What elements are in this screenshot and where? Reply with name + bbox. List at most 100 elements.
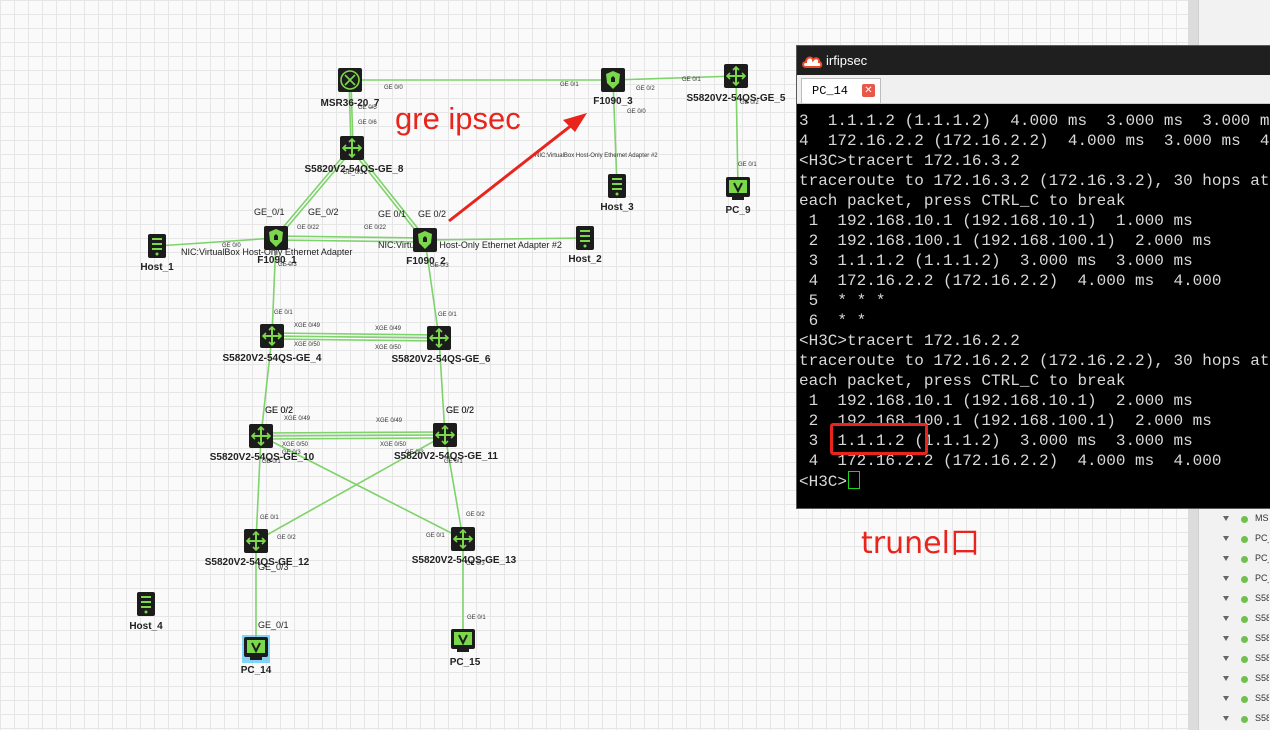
device-list-item[interactable]: PC_ (1223, 532, 1269, 550)
switch-icon (260, 324, 284, 348)
terminal-line: 1 192.168.10.1 (192.168.10.1) 1.000 ms (799, 212, 1193, 230)
terminal-line: <H3C> (799, 471, 1270, 491)
status-dot-icon (1241, 656, 1248, 663)
link-s6-s11 (438, 337, 446, 436)
port-label-f3_ge01: GE 0/1 (560, 82, 579, 88)
terminal-line: each packet, press CTRL_C to break (799, 372, 1126, 390)
switch-icon (427, 326, 451, 350)
status-dot-icon (1241, 616, 1248, 623)
firewall-icon (601, 68, 625, 92)
node-host3[interactable]: Host_3 (600, 174, 634, 213)
device-list-item[interactable]: MSR (1223, 512, 1269, 530)
status-dot-icon (1241, 596, 1248, 603)
switch-icon (724, 64, 748, 88)
device-list-item[interactable]: S58 (1223, 672, 1269, 690)
server-icon (137, 592, 155, 616)
device-list-label: S58 (1255, 613, 1269, 623)
device-list-item[interactable]: S58 (1223, 612, 1269, 630)
terminal-tabbar: PC_14 ✕ (797, 75, 1270, 104)
switch-icon (433, 423, 457, 447)
port-label-pc9_ge01: GE 0/1 (738, 162, 757, 168)
node-label-host4: Host_4 (129, 621, 163, 632)
close-icon[interactable]: ✕ (862, 84, 875, 97)
node-s6[interactable]: S5820V2-54QS-GE_6 (392, 326, 491, 365)
node-pc15[interactable]: PC_15 (450, 629, 481, 668)
link-s10-s11 (260, 431, 446, 434)
node-label-s12: S5820V2-54QS-GE_12 (205, 557, 310, 568)
terminal-line: 1 192.168.10.1 (192.168.10.1) 2.000 ms (799, 392, 1193, 410)
status-dot-icon (1241, 516, 1248, 523)
port-label-s6_ge01: GE 0/1 (438, 312, 457, 318)
node-host4[interactable]: Host_4 (129, 592, 163, 632)
terminal-line: 4 172.16.2.2 (172.16.2.2) 4.000 ms 4.000 (799, 272, 1222, 290)
chevron-down-icon[interactable] (1223, 696, 1229, 701)
port-label-msr_ge06: GE 0/6 (358, 120, 377, 126)
chevron-down-icon[interactable] (1223, 556, 1229, 561)
server-icon (608, 174, 626, 198)
terminal-line: 4 172.16.2.2 (172.16.2.2) 4.000 ms 3.000… (799, 132, 1270, 150)
device-list-item[interactable]: S58 (1223, 632, 1269, 650)
port-label-f2_ge22: GE 0/22 (364, 225, 387, 231)
device-list-item[interactable]: S58 (1223, 712, 1269, 730)
terminal-line: each packet, press CTRL_C to break (799, 192, 1126, 210)
device-list-item[interactable]: S58 (1223, 692, 1269, 710)
port-label-s5_ge01: GE 0/1 (682, 77, 701, 83)
firewall-icon (413, 228, 437, 252)
node-s5[interactable]: S5820V2-54QS-GE_5 (687, 64, 786, 104)
node-label-pc14: PC_14 (241, 665, 272, 676)
device-list-item[interactable]: S58 (1223, 592, 1269, 610)
port-label-s12_ge01: GE 0/1 (260, 515, 279, 521)
node-host2[interactable]: Host_2 (568, 226, 602, 265)
port-label-f1_ge02: GE_0/2 (308, 207, 339, 217)
port-label-s6_xge49: XGE 0/49 (375, 326, 402, 332)
hop-highlight-box (830, 423, 928, 455)
node-f3[interactable]: F1090_3 (593, 68, 633, 107)
terminal-titlebar[interactable]: irfipsec (797, 46, 1270, 75)
status-dot-icon (1241, 536, 1248, 543)
node-label-s13: S5820V2-54QS-GE_13 (412, 555, 517, 566)
port-label-s11_xge49: XGE 0/49 (376, 418, 403, 424)
status-dot-icon (1241, 716, 1248, 723)
chevron-down-icon[interactable] (1223, 716, 1229, 721)
node-f1[interactable]: F1090_1 (257, 226, 297, 266)
node-label-msr: MSR36-20_7 (321, 98, 380, 109)
device-list-label: S58 (1255, 653, 1269, 663)
terminal-cursor (848, 471, 861, 489)
node-msr[interactable]: MSR36-20_7 (321, 68, 380, 109)
node-s8[interactable]: S5820V2-54QS-GE_8 (305, 136, 404, 175)
tab-label: PC_14 (812, 84, 849, 98)
switch-icon (451, 527, 475, 551)
link-f3-s5 (612, 75, 737, 81)
tab-pc14[interactable]: PC_14 ✕ (801, 78, 881, 103)
chevron-down-icon[interactable] (1223, 596, 1229, 601)
device-list-label: S58 (1255, 633, 1269, 643)
node-pc14[interactable]: PC_14 (241, 635, 272, 676)
chevron-down-icon[interactable] (1223, 676, 1229, 681)
topology-nodes: MSR36-20_7 F1090_3 S5820V2-54QS-GE_5 S5820V… (129, 64, 786, 676)
port-label-s10_ge02: GE 0/2 (265, 405, 293, 415)
status-dot-icon (1241, 676, 1248, 683)
chevron-down-icon[interactable] (1223, 616, 1229, 621)
node-s11[interactable]: S5820V2-54QS-GE_11 (394, 423, 498, 462)
device-list-item[interactable]: PC_ (1223, 572, 1269, 590)
device-list-item[interactable]: S58 (1223, 652, 1269, 670)
device-list-label: S58 (1255, 693, 1269, 703)
node-host1[interactable]: Host_1 (140, 234, 174, 273)
port-label-f1_ge01: GE_0/1 (254, 207, 285, 217)
chevron-down-icon[interactable] (1223, 536, 1229, 541)
chevron-down-icon[interactable] (1223, 636, 1229, 641)
pc-icon (451, 629, 475, 652)
trunel-annotation: trunel口 (861, 526, 980, 561)
chevron-down-icon[interactable] (1223, 516, 1229, 521)
port-label-f1_ge22: GE 0/22 (297, 225, 320, 231)
terminal-line: <H3C>tracert 172.16.2.2 (799, 332, 1020, 350)
port-label-f2_ge02: GE 0/2 (418, 209, 446, 219)
device-list-item[interactable]: PC_ (1223, 552, 1269, 570)
terminal-line: 2 192.168.100.1 (192.168.100.1) 2.000 ms (799, 232, 1212, 250)
status-dot-icon (1241, 556, 1248, 563)
port-label-s10_xge49: XGE 0/49 (284, 416, 311, 422)
chevron-down-icon[interactable] (1223, 656, 1229, 661)
node-pc9[interactable]: PC_9 (725, 177, 751, 216)
link-s4-s6 (271, 338, 440, 342)
chevron-down-icon[interactable] (1223, 576, 1229, 581)
